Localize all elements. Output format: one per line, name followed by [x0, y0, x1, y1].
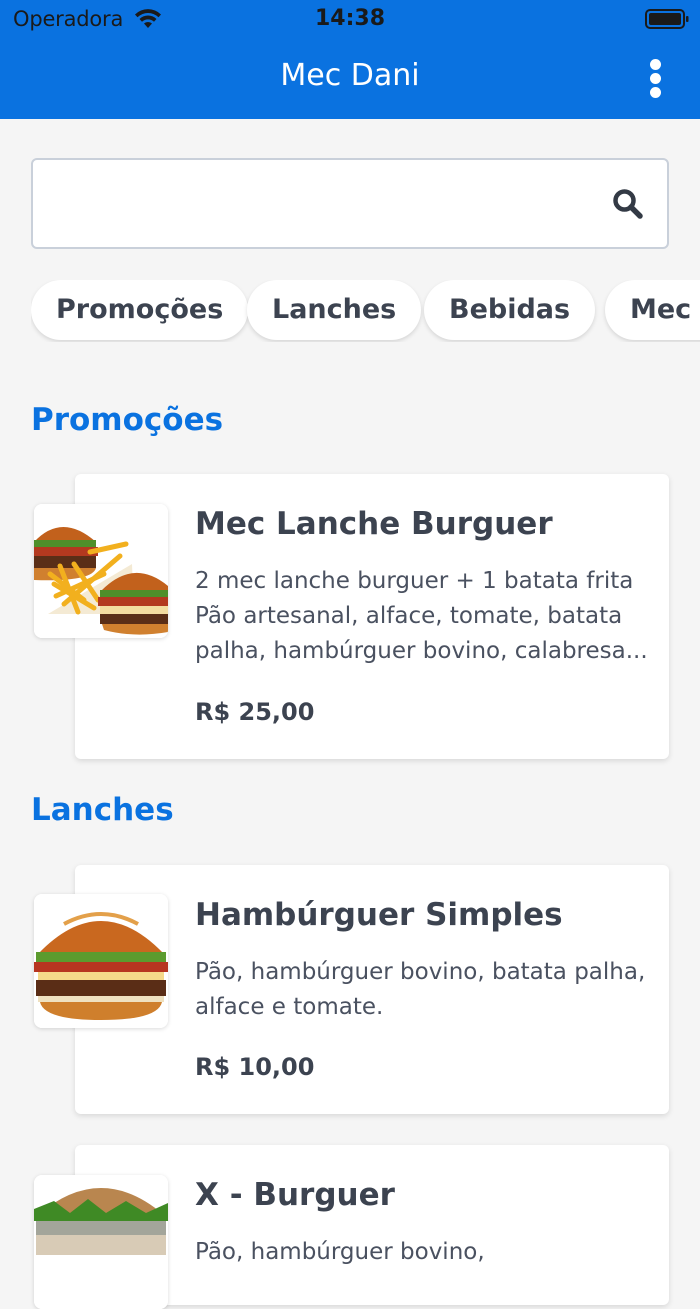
- tab-lanches[interactable]: Lanches: [247, 280, 422, 340]
- section-title-lanches: Lanches: [31, 792, 174, 828]
- tab-mec[interactable]: Mec N: [605, 280, 700, 340]
- status-bar: Operadora 14:38: [0, 0, 700, 40]
- product-price: R$ 25,00: [195, 698, 315, 726]
- battery-icon: [645, 9, 689, 29]
- tab-promocoes[interactable]: Promoções: [31, 280, 249, 340]
- x-burger-image: [34, 1175, 168, 1309]
- more-vertical-icon[interactable]: [640, 56, 672, 100]
- product-description: Pão, hambúrguer bovino, batata palha, al…: [195, 959, 646, 1020]
- app-header: Operadora 14:38 Mec Dani: [0, 0, 700, 119]
- tab-bebidas[interactable]: Bebidas: [424, 280, 596, 340]
- product-price: R$ 10,00: [195, 1053, 315, 1081]
- product-description: 2 mec lanche burguer + 1 batata frita Pã…: [195, 568, 648, 664]
- burger-fries-combo-image: [34, 504, 168, 638]
- category-tabs: Promoções Lanches Bebidas Mec N: [31, 280, 700, 342]
- product-name: X - Burguer: [195, 1177, 395, 1213]
- product-name: Mec Lanche Burguer: [195, 506, 553, 542]
- product-name: Hambúrguer Simples: [195, 897, 563, 933]
- page-title: Mec Dani: [280, 58, 420, 93]
- product-description: Pão, hambúrguer bovino,: [195, 1239, 485, 1265]
- burger-image: [34, 894, 168, 1028]
- search-icon[interactable]: [611, 187, 645, 221]
- status-time: 14:38: [314, 6, 386, 31]
- section-title-promocoes: Promoções: [31, 402, 224, 438]
- search-bar[interactable]: [31, 158, 669, 249]
- search-input[interactable]: [49, 180, 589, 228]
